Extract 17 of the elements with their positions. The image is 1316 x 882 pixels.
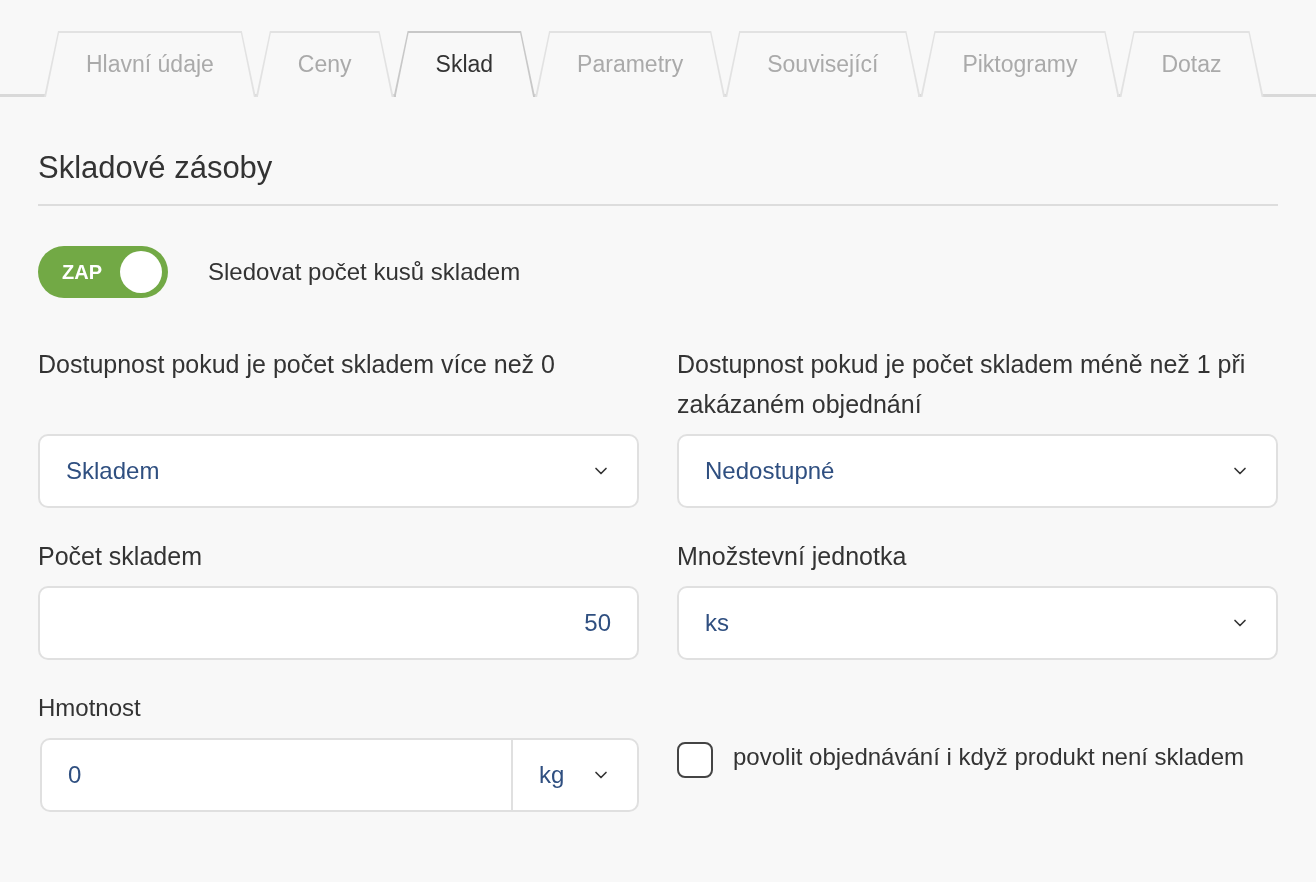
- section-title: Skladové zásoby: [38, 145, 1278, 206]
- checkbox[interactable]: [677, 741, 713, 778]
- toggle-label: Sledovat počet kusů skladem: [208, 256, 521, 287]
- input-field[interactable]: 0: [42, 739, 511, 810]
- field-label: Množstevní jednotka: [677, 540, 908, 572]
- unit-select[interactable]: kg: [511, 739, 637, 810]
- input-field[interactable]: 50: [38, 585, 639, 660]
- select-field[interactable]: ks: [677, 585, 1278, 660]
- select-field[interactable]: Nedostupné: [677, 433, 1278, 508]
- field-label: Počet skladem: [38, 540, 203, 572]
- field-label: Dostupnost pokud je počet skladem méně než 1 při zakázaném objednání: [677, 348, 1247, 420]
- weight-field[interactable]: 0 kg: [40, 737, 639, 812]
- checkbox-label: povolit objednávání i když produkt není skladem: [733, 741, 1244, 772]
- select-field[interactable]: Skladem: [38, 433, 639, 508]
- field-label: Hmotnost: [38, 692, 142, 723]
- field-label: Dostupnost pokud je počet skladem více než 0: [38, 348, 556, 380]
- tab[interactable]: Sklad: [393, 31, 536, 97]
